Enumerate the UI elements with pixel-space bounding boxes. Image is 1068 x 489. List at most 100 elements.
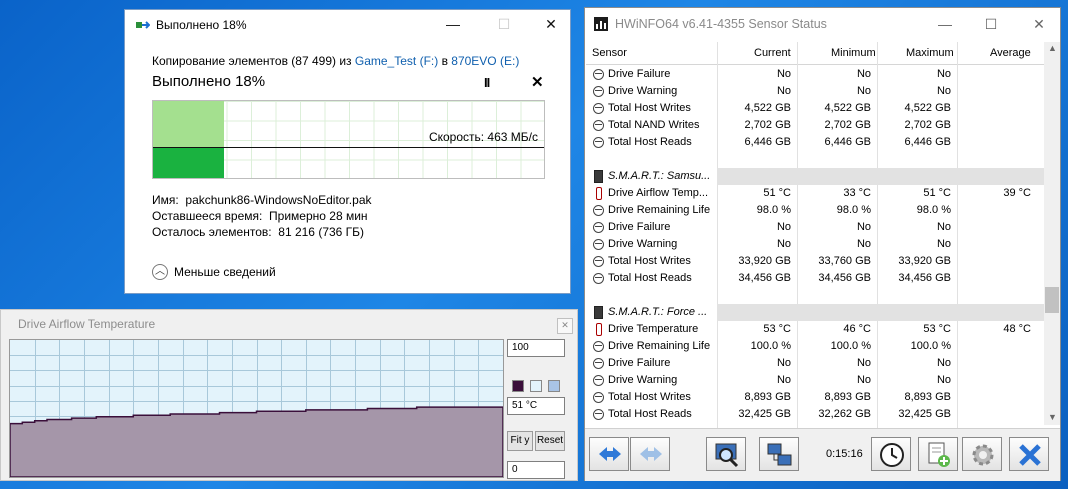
sensor-row[interactable]: Drive Warning No No No bbox=[586, 236, 1044, 253]
sensor-row[interactable]: Drive Failure No No No bbox=[586, 219, 1044, 236]
fit-y-button[interactable]: Fit y bbox=[507, 431, 533, 451]
hwinfo-app-icon bbox=[594, 17, 608, 31]
sensor-group-row[interactable]: S.M.A.R.T.: Force ... bbox=[586, 304, 1044, 321]
maximize-button: ☐ bbox=[497, 16, 511, 32]
sensor-row[interactable]: Total Host Writes 4,522 GB 4,522 GB 4,522 G… bbox=[586, 100, 1044, 117]
cell-maximum: No bbox=[936, 238, 951, 250]
scroll-up-icon[interactable]: ▲ bbox=[1048, 43, 1057, 53]
max-value-field[interactable]: 100 bbox=[507, 339, 565, 357]
cell-name: Drive Temperature bbox=[608, 323, 699, 335]
cell-minimum: No bbox=[856, 68, 871, 80]
column-current[interactable]: Current bbox=[754, 47, 791, 59]
sensor-row[interactable]: Drive Warning No No No bbox=[586, 83, 1044, 100]
sensor-row[interactable]: Total Host Reads 32,425 GB 32,262 GB 32,425… bbox=[586, 406, 1044, 423]
hwinfo-maximize-button[interactable]: ☐ bbox=[983, 16, 999, 32]
source-link[interactable]: Game_Test (F:) bbox=[355, 54, 438, 68]
to-word: в bbox=[438, 54, 452, 68]
sensor-row[interactable]: Drive Temperature 53 °C 46 °C 53 °C 48 °C bbox=[586, 321, 1044, 338]
grid-color-swatch[interactable] bbox=[548, 380, 560, 392]
close-button[interactable]: ✕ bbox=[543, 16, 559, 32]
pause-button[interactable]: II bbox=[484, 75, 490, 90]
cell-name: Total NAND Writes bbox=[608, 119, 700, 131]
sensor-row[interactable]: Drive Remaining Life 98.0 % 98.0 % 98.0 % bbox=[586, 202, 1044, 219]
scroll-down-icon[interactable]: ▼ bbox=[1048, 412, 1057, 422]
line-color-swatch[interactable] bbox=[512, 380, 524, 392]
cell-minimum: No bbox=[856, 221, 871, 233]
sensor-row[interactable]: Total NAND Writes 2,702 GB 2,702 GB 2,702 G… bbox=[586, 117, 1044, 134]
expand-columns-button[interactable] bbox=[589, 437, 629, 471]
destination-link[interactable]: 870EVO (E:) bbox=[451, 54, 519, 68]
sensor-row[interactable]: Total Host Reads 34,456 GB 34,456 GB 34,456… bbox=[586, 270, 1044, 287]
search-sensor-button[interactable] bbox=[706, 437, 746, 471]
time-label: Оставшееся время: bbox=[152, 209, 263, 223]
sensor-row[interactable]: Total Host Reads 6,446 GB 6,446 GB 6,446 GB bbox=[586, 134, 1044, 151]
cell-name: Total Host Writes bbox=[608, 102, 691, 114]
sensor-row[interactable]: Drive Airflow Temp... 51 °C 33 °C 51 °C 39 °… bbox=[586, 185, 1044, 202]
sensor-row[interactable]: Total Host Writes 33,920 GB 33,760 GB 33,92… bbox=[586, 253, 1044, 270]
sensor-icon bbox=[593, 120, 604, 131]
cell-current: No bbox=[776, 357, 791, 369]
exit-button[interactable] bbox=[1009, 437, 1049, 471]
sensor-icon bbox=[593, 341, 604, 352]
cell-current: No bbox=[776, 238, 791, 250]
sensor-icon bbox=[593, 358, 604, 369]
sensor-icon bbox=[593, 137, 604, 148]
cell-name: Drive Failure bbox=[608, 357, 671, 369]
cell-name: Total Host Writes bbox=[608, 391, 691, 403]
dialog-titlebar[interactable]: Выполнено 18% — ☐ ✕ bbox=[125, 10, 570, 40]
hwinfo-titlebar[interactable]: HWiNFO64 v6.41-4355 Sensor Status — ☐ ✕ bbox=[585, 8, 1060, 39]
sensor-row[interactable]: Drive Failure No No No bbox=[586, 66, 1044, 83]
sensor-icon bbox=[593, 256, 604, 267]
cell-name: Drive Airflow Temp... bbox=[608, 187, 709, 199]
reset-button[interactable]: Reset bbox=[535, 431, 565, 451]
cell-name: Drive Remaining Life bbox=[608, 204, 711, 216]
clock-icon bbox=[880, 443, 904, 467]
hwinfo-toolbar: 0:15:16 bbox=[585, 428, 1060, 481]
settings-button[interactable] bbox=[962, 437, 1002, 471]
row-spacer bbox=[586, 151, 1044, 168]
reset-timer-button[interactable] bbox=[871, 437, 911, 471]
cell-maximum: No bbox=[936, 221, 951, 233]
cell-current: No bbox=[776, 85, 791, 97]
cell-name: Drive Failure bbox=[608, 221, 671, 233]
hwinfo-close-button[interactable]: ✕ bbox=[1031, 16, 1047, 32]
sensor-group-row[interactable]: S.M.A.R.T.: Samsu... bbox=[586, 168, 1044, 185]
graph-close-button[interactable]: ✕ bbox=[557, 318, 573, 334]
hwinfo-sensor-window: HWiNFO64 v6.41-4355 Sensor Status — ☐ ✕ … bbox=[584, 7, 1061, 481]
collapse-columns-button[interactable] bbox=[630, 437, 670, 471]
sensor-icon bbox=[593, 222, 604, 233]
sensor-row[interactable]: Total Host Writes 8,893 GB 8,893 GB 8,893 G… bbox=[586, 389, 1044, 406]
speed-fill bbox=[153, 148, 224, 178]
column-maximum[interactable]: Maximum bbox=[906, 47, 954, 59]
cell-name: Drive Remaining Life bbox=[608, 340, 711, 352]
cell-current: 8,893 GB bbox=[744, 391, 791, 403]
cell-maximum: No bbox=[936, 357, 951, 369]
items-info: Осталось элементов: 81 216 (736 ГБ) bbox=[152, 225, 364, 239]
cell-minimum: 6,446 GB bbox=[824, 136, 871, 148]
time-value: Примерно 28 мин bbox=[269, 209, 368, 223]
column-minimum[interactable]: Minimum bbox=[831, 47, 876, 59]
cell-minimum: 46 °C bbox=[843, 323, 871, 335]
scrollbar-thumb[interactable] bbox=[1045, 287, 1059, 313]
sensor-row[interactable]: Drive Failure No No No bbox=[586, 355, 1044, 372]
column-sensor[interactable]: Sensor bbox=[592, 47, 627, 59]
min-value-field[interactable]: 0 bbox=[507, 461, 565, 479]
less-details-button[interactable]: ︿ Меньше сведений bbox=[152, 264, 276, 280]
sensor-table: Drive Failure No No No Drive Warning No No No To… bbox=[586, 66, 1044, 442]
cell-minimum: 98.0 % bbox=[836, 204, 871, 216]
column-header: Sensor Current Minimum Maximum Average bbox=[586, 42, 1044, 65]
vertical-scrollbar[interactable]: ▲ ▼ bbox=[1044, 42, 1060, 425]
cell-current: 34,456 GB bbox=[738, 272, 791, 284]
hwinfo-minimize-button[interactable]: — bbox=[937, 16, 953, 32]
column-average[interactable]: Average bbox=[990, 47, 1031, 59]
minimize-button[interactable]: — bbox=[445, 16, 461, 32]
cell-current: No bbox=[776, 68, 791, 80]
cancel-button[interactable]: ✕ bbox=[531, 73, 544, 91]
logging-button[interactable] bbox=[918, 437, 958, 471]
group-name: S.M.A.R.T.: Samsu... bbox=[608, 170, 711, 182]
sensor-icon bbox=[593, 409, 604, 420]
background-color-swatch[interactable] bbox=[530, 380, 542, 392]
sensor-row[interactable]: Drive Warning No No No bbox=[586, 372, 1044, 389]
network-button[interactable] bbox=[759, 437, 799, 471]
sensor-row[interactable]: Drive Remaining Life 100.0 % 100.0 % 100.0 … bbox=[586, 338, 1044, 355]
